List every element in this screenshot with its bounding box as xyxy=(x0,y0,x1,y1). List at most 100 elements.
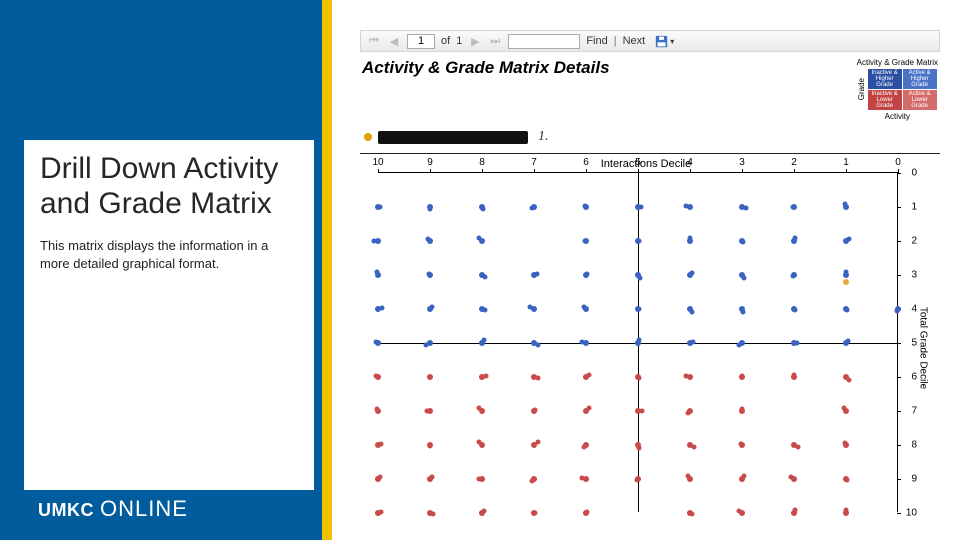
data-point xyxy=(582,304,587,309)
data-point xyxy=(847,237,852,242)
data-point xyxy=(584,271,589,276)
y-tick-label: 10 xyxy=(906,508,917,519)
next-page-icon[interactable]: ▶ xyxy=(468,34,482,48)
find-input[interactable] xyxy=(508,34,580,49)
data-point xyxy=(637,376,642,381)
data-point xyxy=(740,373,745,378)
legend-mini: Activity & Grade Matrix Grade Inactive &… xyxy=(857,58,938,121)
report-toolbar: ⏮ ◀ of 1 ▶ ⏭ Find | Next ▾ xyxy=(360,30,940,52)
data-point xyxy=(685,474,690,479)
data-point xyxy=(427,207,432,212)
data-point xyxy=(792,373,797,378)
data-point xyxy=(483,374,488,379)
data-point xyxy=(481,207,486,212)
data-point xyxy=(637,445,642,450)
data-point xyxy=(637,338,642,343)
data-point xyxy=(791,274,796,279)
data-point xyxy=(483,274,488,279)
find-label[interactable]: Find xyxy=(586,35,607,47)
bullet-icon xyxy=(364,133,372,141)
data-point xyxy=(684,374,689,379)
prev-page-icon[interactable]: ◀ xyxy=(387,34,401,48)
y-tick-label: 1 xyxy=(911,202,917,213)
data-point xyxy=(843,279,849,285)
page-number-input[interactable] xyxy=(407,34,435,49)
data-point xyxy=(378,442,383,447)
data-point xyxy=(737,342,742,347)
data-point xyxy=(690,340,695,345)
data-point xyxy=(895,308,900,313)
data-point xyxy=(793,508,798,513)
data-point xyxy=(795,340,800,345)
data-point xyxy=(788,475,793,480)
data-point xyxy=(845,478,850,483)
report-panel: ⏮ ◀ of 1 ▶ ⏭ Find | Next ▾ Activity & Gr… xyxy=(360,30,940,525)
x-tick-label: 1 xyxy=(843,157,849,168)
slide-description: This matrix displays the information in … xyxy=(40,237,298,272)
data-point xyxy=(636,238,641,243)
y-tick-label: 2 xyxy=(911,236,917,247)
dropdown-caret-icon: ▾ xyxy=(670,37,674,46)
data-point xyxy=(844,508,849,513)
data-point xyxy=(689,309,694,314)
data-point xyxy=(580,475,585,480)
export-button[interactable]: ▾ xyxy=(655,35,674,48)
data-point xyxy=(691,444,696,449)
data-point xyxy=(375,270,380,275)
data-point xyxy=(481,509,486,514)
save-icon xyxy=(655,35,668,48)
data-point xyxy=(375,407,380,412)
y-tick-label: 6 xyxy=(911,372,917,383)
data-point xyxy=(684,203,689,208)
data-point xyxy=(528,305,533,310)
data-point xyxy=(636,307,641,312)
next-label[interactable]: Next xyxy=(623,35,646,47)
data-point xyxy=(374,373,379,378)
data-point xyxy=(426,237,431,242)
x-tick-label: 5 xyxy=(635,157,641,168)
subhead-row: 1. xyxy=(364,129,940,145)
data-point xyxy=(842,406,847,411)
data-point xyxy=(427,272,432,277)
x-tick-label: 2 xyxy=(791,157,797,168)
data-point xyxy=(581,445,586,450)
data-point xyxy=(584,510,589,515)
data-point xyxy=(530,206,535,211)
logo-online: ONLINE xyxy=(100,496,188,522)
data-point xyxy=(845,307,850,312)
data-point xyxy=(530,478,535,483)
umkc-logo: UMKC ONLINE xyxy=(38,496,188,522)
x-tick-label: 4 xyxy=(687,157,693,168)
slide-title: Drill Down Activity and Grade Matrix xyxy=(40,152,298,221)
x-tick-label: 7 xyxy=(531,157,537,168)
data-point xyxy=(427,443,432,448)
data-point xyxy=(374,340,379,345)
data-point xyxy=(582,203,587,208)
data-point xyxy=(482,307,487,312)
x-tick-label: 0 xyxy=(895,157,901,168)
item-number: 1. xyxy=(538,129,549,145)
scatter-plot: Interactions Decile 10987654321001234567… xyxy=(366,158,926,538)
data-point xyxy=(477,476,482,481)
data-point xyxy=(535,440,540,445)
x-tick-label: 10 xyxy=(372,157,383,168)
data-point xyxy=(430,512,435,517)
first-page-icon[interactable]: ⏮ xyxy=(367,34,381,48)
y-tick-label: 0 xyxy=(911,168,917,179)
data-point xyxy=(378,204,383,209)
data-point xyxy=(687,236,692,241)
data-point xyxy=(739,441,744,446)
data-point xyxy=(743,206,748,211)
data-point xyxy=(532,408,537,413)
data-point xyxy=(847,377,852,382)
report-title: Activity & Grade Matrix Details xyxy=(362,58,610,78)
last-page-icon[interactable]: ⏭ xyxy=(488,34,502,48)
data-point xyxy=(795,445,800,450)
data-point xyxy=(741,474,746,479)
x-tick-label: 6 xyxy=(583,157,589,168)
data-point xyxy=(535,343,540,348)
redacted-bar xyxy=(378,131,528,144)
data-point xyxy=(586,406,591,411)
toolbar-separator: | xyxy=(614,35,617,47)
data-point xyxy=(741,239,746,244)
